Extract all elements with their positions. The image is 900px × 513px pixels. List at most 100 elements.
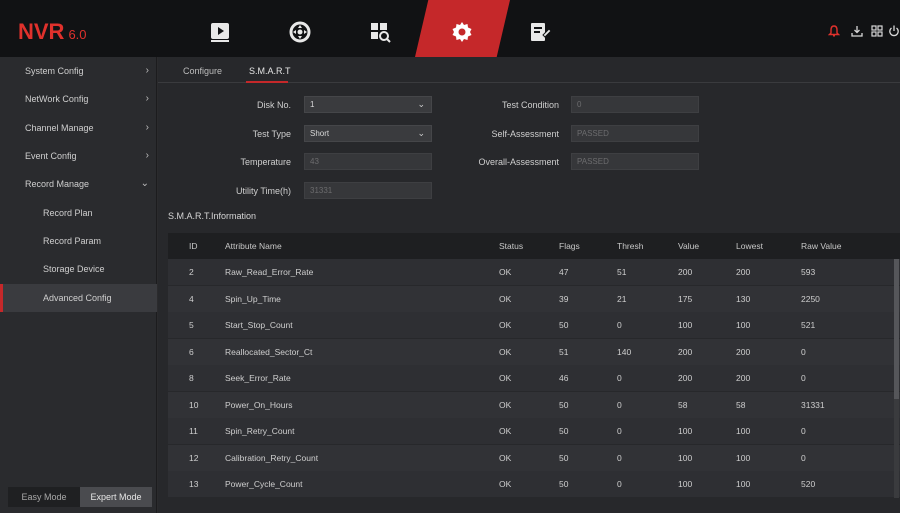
playback-icon[interactable] [190,12,250,52]
column-header-id[interactable]: ID [189,233,198,259]
table-row[interactable]: 6 Reallocated_Sector_Ct OK 51 140 200 20… [168,339,900,365]
column-header-raw-value[interactable]: Raw Value [801,233,841,259]
chevron-right-icon: › [145,122,149,133]
search-icon[interactable] [350,12,410,52]
sidebar-item-advanced-config[interactable]: Advanced Config [0,284,157,312]
easy-mode-button[interactable]: Easy Mode [8,487,80,507]
table-row[interactable]: 2 Raw_Read_Error_Rate OK 47 51 200 200 5… [168,259,900,285]
cell-value: 100 [678,320,693,330]
cell-value: 200 [678,267,693,277]
cell-flags: 50 [559,400,569,410]
cell-thresh: 21 [617,294,627,304]
cell-raw-value: 520 [801,479,816,489]
sidebar-item-storage-device[interactable]: Storage Device [0,255,157,283]
cell-id: 13 [189,479,199,489]
column-header-attribute-name[interactable]: Attribute Name [225,233,282,259]
sidebar-item-event-config[interactable]: Event Config › [0,142,157,170]
overall-assessment-field: PASSED [571,153,699,170]
column-header-value[interactable]: Value [678,233,699,259]
test-condition-field: 0 [571,96,699,113]
column-header-thresh[interactable]: Thresh [617,233,643,259]
sidebar-item-channel-manage[interactable]: Channel Manage › [0,114,157,142]
sidebar-item-record-param[interactable]: Record Param [0,227,157,255]
bottom-strip [158,498,900,513]
sidebar-item-system-config[interactable]: System Config › [0,57,157,85]
self-assessment-label: Self-Assessment [491,129,559,139]
cell-attribute-name: Spin_Retry_Count [225,426,295,436]
disk-no-select[interactable]: 1 ⌄ [304,96,432,113]
cell-attribute-name: Start_Stop_Count [225,320,293,330]
cell-value: 58 [678,400,688,410]
cell-id: 5 [189,320,194,330]
cell-thresh: 0 [617,320,622,330]
tab-smart[interactable]: S.M.A.R.T [249,66,291,76]
sidebar-item-record-plan[interactable]: Record Plan [0,199,157,227]
table-row[interactable]: 10 Power_On_Hours OK 50 0 58 58 31331 [168,392,900,418]
cell-attribute-name: Spin_Up_Time [225,294,281,304]
active-tab-indicator [246,81,288,83]
temperature-label: Temperature [240,157,291,167]
cell-id: 11 [189,426,198,436]
alarm-icon[interactable] [827,24,841,38]
cell-status: OK [499,479,512,489]
cell-value: 175 [678,294,693,304]
sidebar-item-network-config[interactable]: NetWork Config › [0,85,157,113]
test-type-value: Short [310,129,330,138]
column-header-flags[interactable]: Flags [559,233,580,259]
layout-icon[interactable] [870,24,884,38]
download-icon[interactable] [850,24,864,38]
sidebar-item-record-manage[interactable]: Record Manage ⌄ [0,170,157,198]
cell-id: 10 [189,400,199,410]
settings-icon[interactable] [432,12,492,52]
cell-flags: 50 [559,453,569,463]
cell-value: 100 [678,453,693,463]
chevron-right-icon: › [145,150,149,161]
table-row[interactable]: 8 Seek_Error_Rate OK 46 0 200 200 0 [168,365,900,391]
cell-lowest: 100 [736,453,751,463]
test-type-label: Test Type [252,129,291,139]
cell-lowest: 100 [736,426,751,436]
cell-id: 12 [189,453,199,463]
sidebar-item-label: Event Config [25,151,77,161]
mode-switch: Easy Mode Expert Mode [8,487,152,507]
table-row[interactable]: 13 Power_Cycle_Count OK 50 0 100 100 520 [168,471,900,497]
smart-info-title: S.M.A.R.T.Information [168,211,257,221]
table-row[interactable]: 11 Spin_Retry_Count OK 50 0 100 100 0 [168,418,900,444]
expert-mode-button[interactable]: Expert Mode [80,487,152,507]
cell-attribute-name: Power_Cycle_Count [225,479,303,489]
cell-attribute-name: Reallocated_Sector_Ct [225,347,313,357]
power-icon[interactable] [887,24,900,38]
cell-raw-value: 31331 [801,400,825,410]
cell-flags: 39 [559,294,569,304]
app-logo: NVR 6.0 [18,19,87,45]
cell-status: OK [499,320,512,330]
table-row[interactable]: 4 Spin_Up_Time OK 39 21 175 130 2250 [168,286,900,312]
cell-status: OK [499,373,512,383]
cell-status: OK [499,267,512,277]
cell-flags: 50 [559,320,569,330]
test-type-select[interactable]: Short ⌄ [304,125,432,142]
logo-text: NVR [18,19,65,44]
table-row[interactable]: 12 Calibration_Retry_Count OK 50 0 100 1… [168,445,900,471]
cell-id: 6 [189,347,194,357]
chevron-right-icon: › [145,65,149,76]
cell-thresh: 51 [617,267,627,277]
tab-configure[interactable]: Configure [183,66,222,76]
table-row[interactable]: 5 Start_Stop_Count OK 50 0 100 100 521 [168,312,900,338]
cell-value: 100 [678,479,693,489]
utility-time-label: Utility Time(h) [235,186,291,196]
chevron-down-icon: ⌄ [140,178,149,189]
ptz-icon[interactable] [270,12,330,52]
maintenance-icon[interactable] [510,12,570,52]
cell-attribute-name: Seek_Error_Rate [225,373,291,383]
sidebar-item-label: Record Plan [43,208,93,218]
scrollbar-thumb[interactable] [894,259,899,399]
cell-thresh: 0 [617,453,622,463]
column-header-status[interactable]: Status [499,233,523,259]
column-header-lowest[interactable]: Lowest [736,233,763,259]
table-scrollbar[interactable] [894,259,899,498]
cell-attribute-name: Raw_Read_Error_Rate [225,267,314,277]
top-bar: NVR 6.0 [0,0,900,57]
cell-id: 8 [189,373,194,383]
utility-time-field: 31331 [304,182,432,199]
